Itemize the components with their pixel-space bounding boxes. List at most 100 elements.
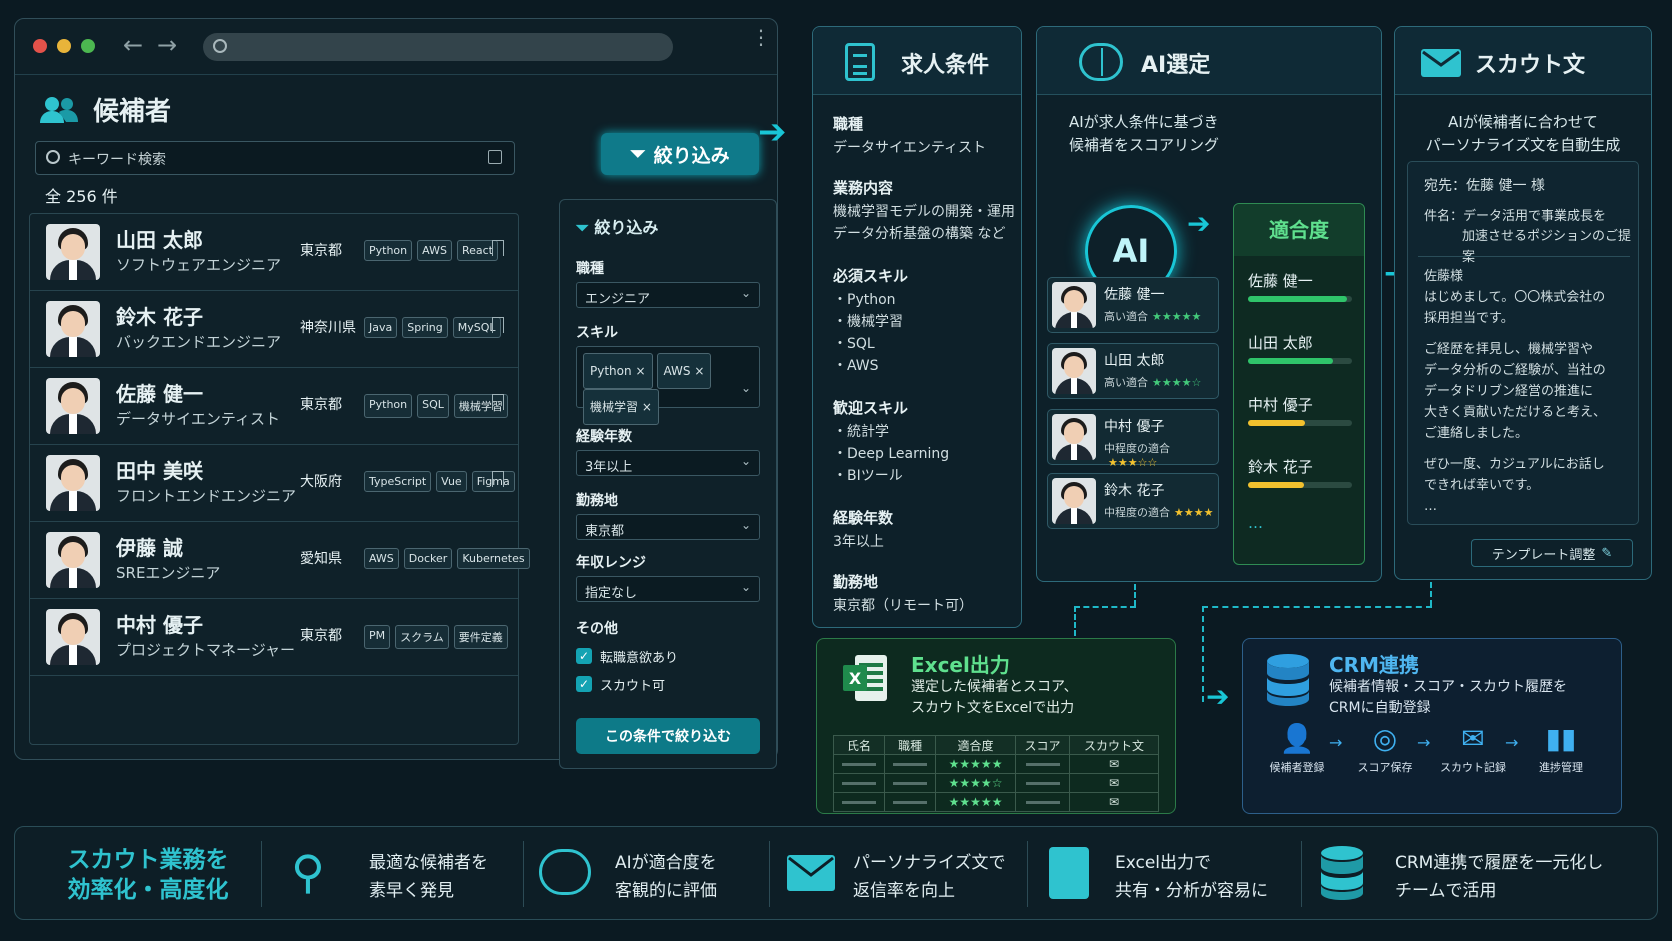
job-type-select[interactable]: エンジニア ⌄ <box>576 282 760 308</box>
chevron-down-icon: ⌄ <box>740 580 751 594</box>
fit-score-fill <box>1248 420 1306 426</box>
job-change-label: 転職意欲あり <box>600 651 679 666</box>
benefit-2-line-2: 客観的に評価 <box>615 881 717 901</box>
apply-filter-button[interactable]: この条件で絞り込む <box>576 718 760 754</box>
avatar <box>1052 414 1096 460</box>
excel-stars: ★★★★☆ <box>935 773 1017 793</box>
crm-title: CRM連携 <box>1329 653 1419 677</box>
location-select[interactable]: 東京都 ⌄ <box>576 514 760 540</box>
job-role-value: データサイエンティスト <box>833 140 987 156</box>
candidate-row[interactable]: 佐藤 健一 データサイエンティスト 東京都 Python SQL 機械学習 <box>30 368 518 445</box>
skill-chip-label: AWS <box>663 364 691 378</box>
message-line: 採用担当です。 <box>1424 311 1514 326</box>
message-line: はじめまして。〇〇株式会社の <box>1424 290 1606 305</box>
subject-line-2: 加速させるポジションのご提案 <box>1462 229 1632 265</box>
crm-step-label: スコア保存 <box>1357 761 1413 774</box>
skill-chip[interactable]: Python × <box>583 353 653 389</box>
mail-icon: ✉ <box>1069 773 1159 793</box>
ai-candidate-card[interactable]: 山田 太郎 高い適合 ★★★★☆ <box>1047 343 1219 399</box>
bar-chart-icon: ▮▮ <box>1545 722 1577 755</box>
recipient: 宛先：佐藤 健一 様 <box>1424 178 1545 194</box>
scout-desc-line-1: AIが候補者に合わせて <box>1448 113 1598 131</box>
avatar <box>46 378 100 434</box>
back-arrow-icon[interactable]: ← <box>123 31 143 59</box>
skill-select[interactable]: Python × AWS ×機械学習 × ⌄ <box>576 346 760 425</box>
remove-x-icon[interactable]: × <box>635 364 645 378</box>
preferred-skill: ・BIツール <box>833 468 903 484</box>
message-line: … <box>1424 499 1437 514</box>
template-adjust-button[interactable]: テンプレート調整 ✎ <box>1471 539 1633 567</box>
ai-desc-line-1: AIが求人条件に基づき <box>1069 113 1219 131</box>
maximize-window-button[interactable] <box>81 39 95 53</box>
skill-chip[interactable]: AWS × <box>656 353 712 389</box>
scan-icon[interactable] <box>488 150 502 164</box>
job-type-value: エンジニア <box>585 292 651 307</box>
scout-ok-checkbox[interactable]: ✓ <box>576 676 592 692</box>
avatar <box>1052 478 1096 524</box>
more-indicator: … <box>1248 514 1263 532</box>
keyword-search-input[interactable]: キーワード検索 <box>35 141 515 175</box>
candidate-location: 愛知県 <box>300 551 342 567</box>
ai-candidate-card[interactable]: 佐藤 健一 高い適合 ★★★★★ <box>1047 277 1219 333</box>
location-value: 東京都 <box>585 524 625 539</box>
flow-arrow-icon: ➔ <box>758 112 787 152</box>
footer-headline-1: スカウト業務を <box>67 847 229 873</box>
candidate-row[interactable]: 伊藤 誠 SREエンジニア 愛知県 AWS Docker Kubernetes <box>30 522 530 599</box>
skill-tag: AWS <box>417 240 452 261</box>
excel-desc-line-1: 選定した候補者とスコア、 <box>911 679 1078 695</box>
search-icon <box>46 150 60 164</box>
ai-candidate-name: 鈴木 花子 <box>1104 483 1165 499</box>
address-bar[interactable] <box>203 33 673 61</box>
avatar <box>46 532 100 588</box>
skill-tag: PM <box>364 625 391 649</box>
benefit-1-line-2: 素早く発見 <box>369 881 454 901</box>
skill-tag: SQL <box>417 394 449 418</box>
candidate-row[interactable]: 鈴木 花子 バックエンドエンジニア 神奈川県 Java Spring MySQL <box>30 291 518 368</box>
forward-arrow-icon[interactable]: → <box>157 31 177 59</box>
subject-line-1: 件名：データ活用で事業成長を <box>1424 209 1607 224</box>
message-line: 佐藤様 <box>1424 269 1464 284</box>
ai-selection-panel: AI選定 AIが求人条件に基づき 候補者をスコアリング AI ➔ 佐藤 健一 高い… <box>1036 26 1382 582</box>
skill-tag: Java <box>364 317 398 338</box>
bookmark-icon[interactable] <box>492 394 504 410</box>
candidate-row[interactable]: 中村 優子 プロジェクトマネージャー 東京都 PM スクラム 要件定義 <box>30 599 518 676</box>
arrow-right-icon: → <box>1417 733 1431 752</box>
remove-x-icon[interactable]: × <box>642 400 652 414</box>
bookmark-icon[interactable] <box>492 471 504 487</box>
scout-message-panel: スカウト文 AIが候補者に合わせて パーソナライズ文を自動生成 宛先：佐藤 健一… <box>1394 26 1652 580</box>
job-change-checkbox[interactable]: ✓ <box>576 648 592 664</box>
fit-score-bar <box>1248 358 1352 364</box>
skill-tag: AWS <box>364 548 399 569</box>
fit-score-bar <box>1248 420 1352 426</box>
avatar <box>46 609 100 665</box>
excel-column-header: スコア <box>1015 735 1070 755</box>
candidate-row[interactable]: 山田 太郎 ソフトウェアエンジニア 東京都 Python AWS React <box>30 214 518 291</box>
fit-candidate-name: 山田 太郎 <box>1248 334 1313 352</box>
fit-score-fill <box>1248 482 1305 488</box>
rating-stars: ★★★☆☆ <box>1108 456 1158 469</box>
skill-chip[interactable]: 機械学習 × <box>583 389 659 425</box>
kebab-menu-icon[interactable]: ⋮ <box>751 27 771 47</box>
remove-x-icon[interactable]: × <box>694 364 704 378</box>
salary-select[interactable]: 指定なし ⌄ <box>576 576 760 602</box>
skill-tag: 要件定義 <box>453 625 508 649</box>
ai-candidate-card[interactable]: 鈴木 花子 中程度の適合 ★★★★ <box>1047 473 1219 529</box>
close-window-button[interactable] <box>33 39 47 53</box>
filter-button[interactable]: ⏷ 絞り込み <box>601 133 759 175</box>
other-label: その他 <box>576 621 618 637</box>
arrow-right-icon: ➔ <box>1187 207 1211 240</box>
ai-candidate-name: 中村 優子 <box>1104 419 1165 435</box>
message-line: できれば幸いです。 <box>1424 478 1540 493</box>
experience-select[interactable]: 3年以上 ⌄ <box>576 450 760 476</box>
ai-selection-title: AI選定 <box>1141 53 1211 78</box>
bookmark-icon[interactable] <box>492 240 504 256</box>
fit-score-title: 適合度 <box>1234 204 1364 256</box>
bookmark-icon[interactable] <box>492 317 504 333</box>
clipboard-icon <box>845 43 875 81</box>
fit-score-fill <box>1248 358 1334 364</box>
candidate-row[interactable]: 田中 美咲 フロントエンドエンジニア 大阪府 TypeScript Vue Figma <box>30 445 518 522</box>
skill-tag: TypeScript <box>364 471 432 492</box>
ai-candidate-card[interactable]: 中村 優子 中程度の適合★★★☆☆ <box>1047 409 1219 469</box>
minimize-window-button[interactable] <box>57 39 71 53</box>
search-icon <box>213 39 227 53</box>
